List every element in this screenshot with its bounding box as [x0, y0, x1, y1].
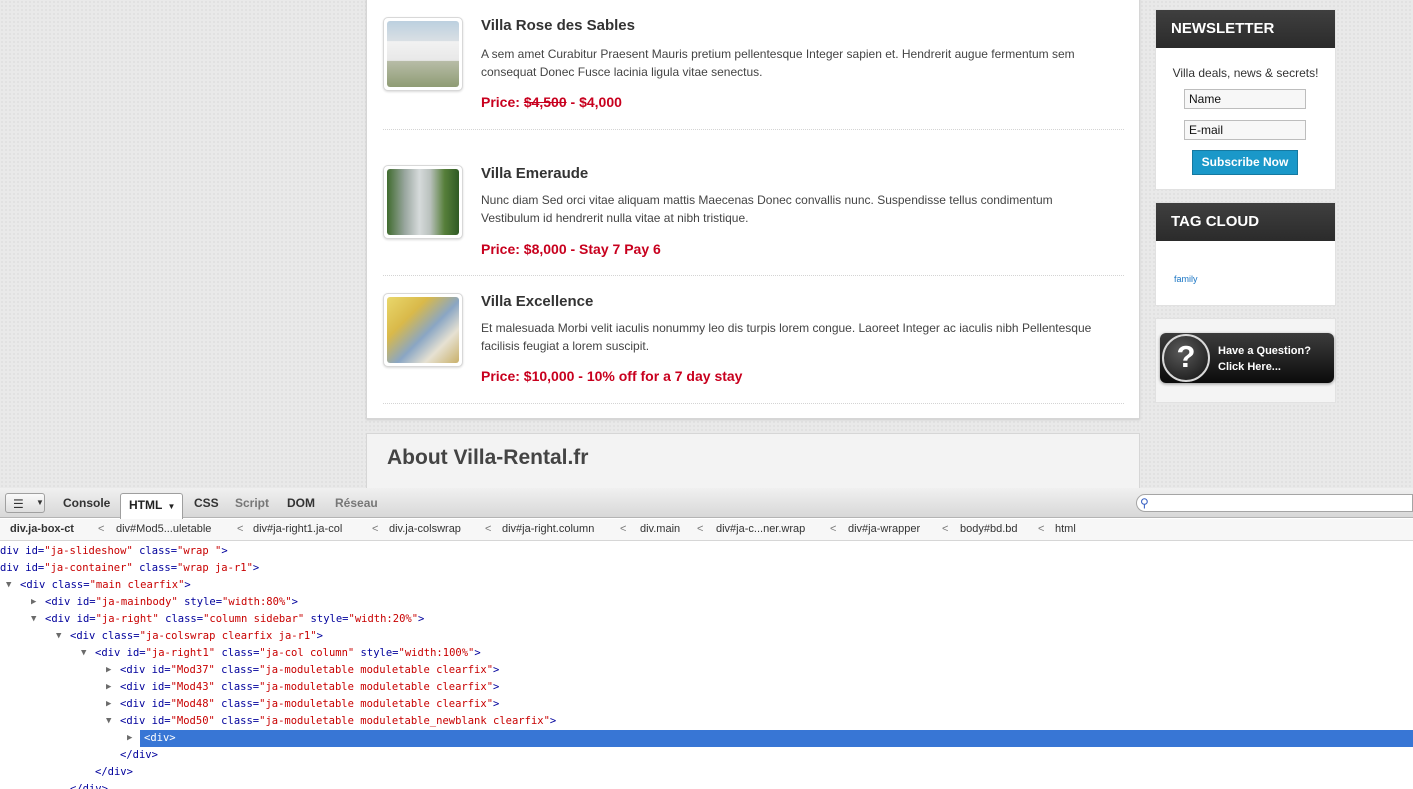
collapse-triangle-icon[interactable]: ▶ [106, 696, 111, 713]
tab-html[interactable]: HTML ▼ [120, 493, 183, 519]
caret-down-icon: ▼ [36, 498, 44, 507]
breadcrumb-item[interactable]: div.ja-colswrap [389, 523, 461, 535]
newsletter-tagline: Villa deals, news & secrets! [1172, 66, 1319, 80]
expand-triangle-icon[interactable]: ▼ [31, 611, 36, 628]
villa-title[interactable]: Villa Excellence [481, 293, 593, 310]
expand-triangle-icon[interactable]: ▼ [56, 628, 61, 645]
collapse-triangle-icon[interactable]: ▶ [106, 662, 111, 679]
expand-triangle-icon[interactable]: ▼ [81, 645, 86, 662]
devtools-search-input[interactable]: ⚲ [1136, 494, 1413, 512]
tab-console[interactable]: Console [63, 496, 110, 510]
devtools-panel: ☰ ▼ Console HTML ▼ CSS Script DOM Réseau… [0, 488, 1413, 789]
html-tree-node[interactable]: </div> [0, 747, 1413, 764]
question-line-2: Click Here... [1218, 361, 1281, 373]
search-icon: ⚲ [1140, 496, 1149, 510]
html-tree-node[interactable]: ▶ <div id="Mod37" class="ja-moduletable m… [0, 662, 1413, 679]
villa-title[interactable]: Villa Rose des Sables [481, 17, 635, 34]
villa-thumbnail[interactable] [383, 165, 463, 239]
breadcrumb-item[interactable]: body#bd.bd [960, 523, 1018, 535]
price-new: $4,000 [579, 94, 622, 110]
villa-description: Et malesuada Morbi velit iaculis nonummy… [481, 321, 1092, 353]
html-tree-node[interactable]: </div> [0, 781, 1413, 789]
breadcrumb-separator: < [942, 523, 949, 535]
html-tree-node[interactable]: ▶ <div id="Mod48" class="ja-moduletable m… [0, 696, 1413, 713]
web-page: Villa Rose des Sables A sem amet Curabit… [0, 0, 1413, 488]
tab-script[interactable]: Script [235, 496, 269, 510]
html-tree-node[interactable]: ▶ <div id="ja-mainbody" style="width:80%"… [0, 594, 1413, 611]
breadcrumb-item[interactable]: div#Mod5...uletable [116, 523, 211, 535]
breadcrumb-separator: < [830, 523, 837, 535]
villa-price: Price: $10,000 - 10% off for a 7 day sta… [481, 368, 743, 384]
breadcrumb-item[interactable]: div.ja-box-ct [10, 523, 74, 535]
list-item: Villa Emeraude Nunc diam Sed orci vitae … [383, 165, 1124, 276]
tag-link[interactable]: family [1174, 274, 1198, 284]
newsletter-module: NEWSLETTER Villa deals, news & secrets! … [1155, 9, 1336, 190]
villa-title[interactable]: Villa Emeraude [481, 165, 588, 182]
collapse-triangle-icon[interactable]: ▶ [127, 730, 132, 747]
html-tree-node[interactable]: div id="ja-container" class="wrap ja-r1"… [0, 560, 1413, 577]
breadcrumb-separator: < [1038, 523, 1045, 535]
about-title: About Villa-Rental.fr [387, 446, 589, 469]
breadcrumb-separator: < [372, 523, 379, 535]
hamburger-icon: ☰ [13, 497, 24, 511]
breadcrumb: div.ja-box-ct < div#Mod5...uletable < div#ja… [0, 519, 1413, 541]
price-separator: - [566, 94, 580, 110]
have-a-question-banner[interactable]: ? Have a Question? Click Here... [1160, 333, 1334, 383]
question-module: ? Have a Question? Click Here... [1155, 318, 1336, 403]
villa-list: Villa Rose des Sables A sem amet Curabit… [366, 0, 1140, 419]
breadcrumb-item[interactable]: div.main [640, 523, 680, 535]
price-old: $4,500 [523, 94, 567, 110]
html-tree-node[interactable]: div id="ja-slideshow" class="wrap "> [0, 543, 1413, 560]
collapse-triangle-icon[interactable]: ▶ [106, 679, 111, 696]
tab-html-label: HTML [129, 498, 163, 512]
breadcrumb-separator: < [237, 523, 244, 535]
villa-price: Price: $4,500 - $4,000 [481, 94, 622, 110]
breadcrumb-item[interactable]: html [1055, 523, 1076, 535]
breadcrumb-item[interactable]: div#ja-c...ner.wrap [716, 523, 805, 535]
breadcrumb-separator: < [98, 523, 105, 535]
html-tree-node[interactable]: ▶ <div> [127, 730, 1413, 747]
villa-thumbnail[interactable] [383, 17, 463, 91]
tag-cloud-heading: TAG CLOUD [1156, 203, 1335, 241]
html-tree-node[interactable]: ▶ <div id="Mod43" class="ja-moduletable m… [0, 679, 1413, 696]
newsletter-heading: NEWSLETTER [1156, 10, 1335, 48]
name-field[interactable]: Name [1184, 89, 1306, 109]
html-tree-node[interactable]: ▼ <div class="ja-colswrap clearfix ja-r1"… [0, 628, 1413, 645]
list-item: Villa Excellence Et malesuada Morbi veli… [383, 293, 1124, 404]
breadcrumb-item[interactable]: div#ja-right.column [502, 523, 594, 535]
subscribe-button[interactable]: Subscribe Now [1192, 150, 1298, 175]
html-tree-node[interactable]: ▼ <div id="ja-right1" class="ja-col colum… [0, 645, 1413, 662]
devtools-menu-button[interactable]: ☰ ▼ [5, 493, 45, 513]
villa-description: A sem amet Curabitur Praesent Mauris pre… [481, 47, 1075, 79]
tag-cloud-module: TAG CLOUD family [1155, 202, 1336, 306]
breadcrumb-separator: < [697, 523, 704, 535]
question-banner-text: Have a Question? Click Here... [1218, 343, 1311, 375]
html-tree-node[interactable]: ▼ <div class="main clearfix"> [0, 577, 1413, 594]
question-line-1: Have a Question? [1218, 345, 1311, 357]
villa-thumbnail[interactable] [383, 293, 463, 367]
caret-down-icon: ▼ [167, 502, 176, 511]
about-section: About Villa-Rental.fr [366, 433, 1140, 488]
villa-description: Nunc diam Sed orci vitae aliquam mattis … [481, 193, 1053, 225]
tab-dom[interactable]: DOM [287, 496, 315, 510]
collapse-triangle-icon[interactable]: ▶ [31, 594, 36, 611]
tab-css[interactable]: CSS [194, 496, 219, 510]
html-tree-node[interactable]: </div> [0, 764, 1413, 781]
html-tree-node[interactable]: ▼ <div id="Mod50" class="ja-moduletable m… [0, 713, 1413, 730]
villa-price: Price: $8,000 - Stay 7 Pay 6 [481, 241, 661, 257]
breadcrumb-item[interactable]: div#ja-wrapper [848, 523, 920, 535]
devtools-toolbar: ☰ ▼ Console HTML ▼ CSS Script DOM Réseau… [0, 488, 1413, 519]
expand-triangle-icon[interactable]: ▼ [6, 577, 11, 594]
price-prefix: Price: [481, 94, 520, 110]
list-item: Villa Rose des Sables A sem amet Curabit… [383, 17, 1124, 130]
tab-network[interactable]: Réseau [335, 496, 378, 510]
breadcrumb-separator: < [620, 523, 627, 535]
breadcrumb-item[interactable]: div#ja-right1.ja-col [253, 523, 342, 535]
breadcrumb-separator: < [485, 523, 492, 535]
expand-triangle-icon[interactable]: ▼ [106, 713, 111, 730]
html-tree-node[interactable]: ▼ <div id="ja-right" class="column sideba… [0, 611, 1413, 628]
email-field[interactable]: E-mail [1184, 120, 1306, 140]
question-mark-icon: ? [1162, 334, 1210, 382]
